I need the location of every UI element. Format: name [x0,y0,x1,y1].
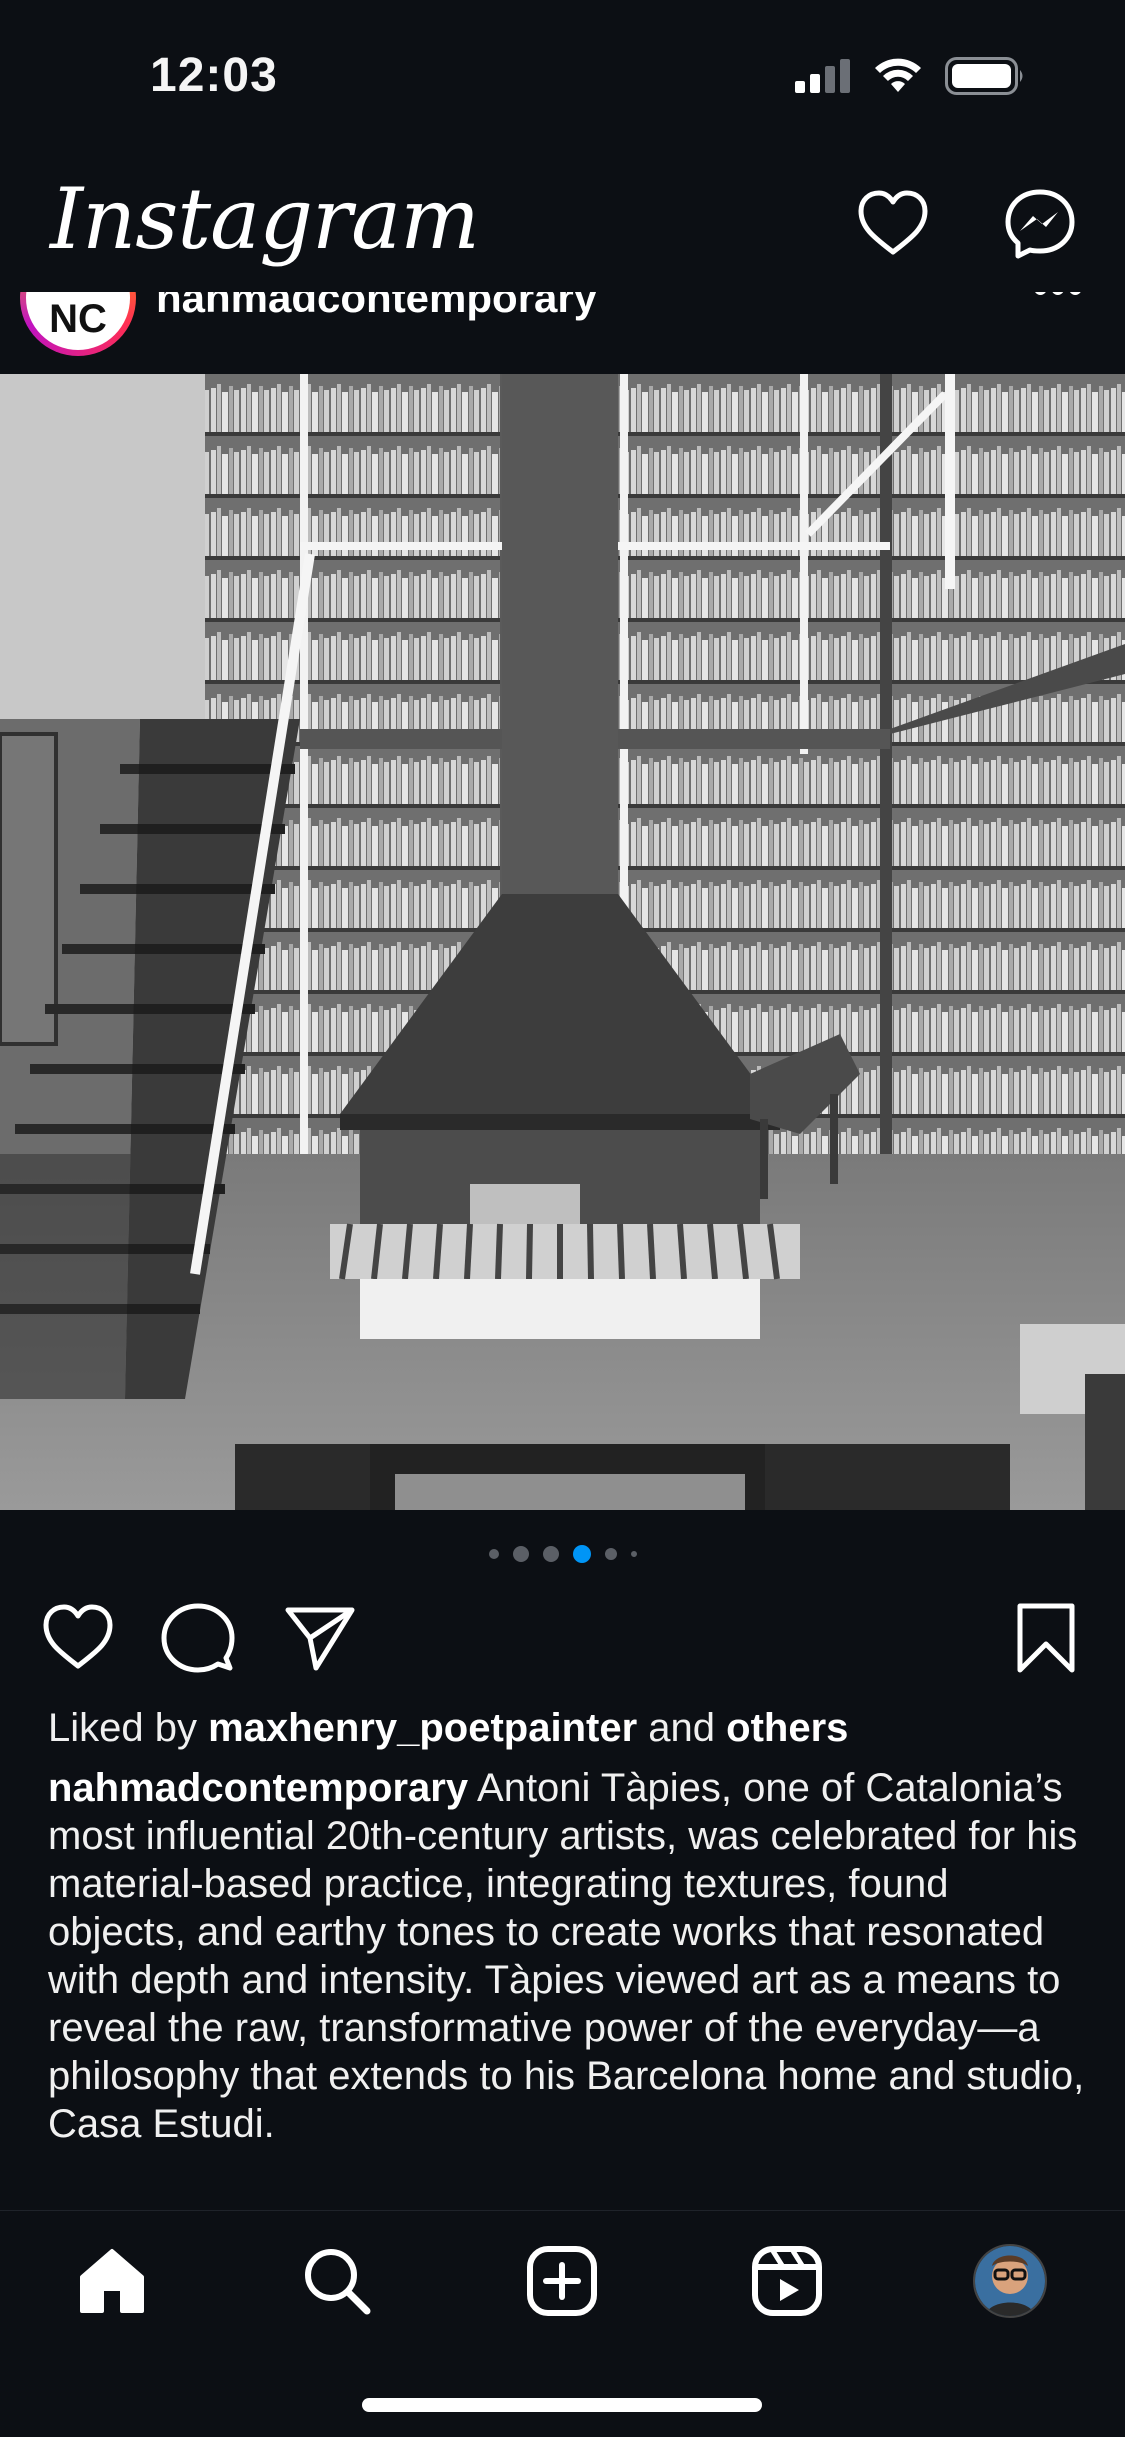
tab-search[interactable] [297,2241,377,2321]
likes-others[interactable]: others [726,1706,848,1750]
search-icon [305,2249,371,2315]
share-send-icon[interactable] [282,1600,358,1676]
carousel-dot-active [572,1545,591,1563]
profile-photo [975,2246,1045,2316]
carousel-dot [512,1546,529,1562]
heart-icon[interactable] [855,186,931,262]
home-icon [80,2249,144,2313]
post-avatar-initials: NC [26,292,130,350]
likes-user[interactable]: maxhenry_poetpainter [208,1706,637,1750]
caption-username[interactable]: nahmadcontemporary [48,1766,468,1810]
post-action-bar [0,1600,1125,1680]
tab-home[interactable] [72,2241,152,2321]
carousel-dot [630,1551,637,1557]
tab-create[interactable] [522,2241,602,2321]
status-time: 12:03 [150,49,278,102]
messenger-icon[interactable] [1002,186,1078,262]
status-bar: 12:03 [0,0,1125,150]
status-icons [795,56,1025,96]
carousel-dot [604,1548,617,1560]
reels-icon [752,2246,822,2316]
post-caption: nahmadcontemporary Antoni Tàpies, one of… [48,1764,1088,2148]
wifi-icon [875,58,921,92]
post-header: NC nahmadcontemporary ••• [0,292,1125,374]
caption-text: Antoni Tàpies, one of Catalonia’s most i… [48,1766,1085,2146]
carousel-dot [488,1549,499,1559]
library-fireplace-photo [0,374,1125,1510]
tab-reels[interactable] [747,2241,827,2321]
likes-summary[interactable]: Liked by maxhenry_poetpainter and others [48,1706,848,1751]
like-heart-icon[interactable] [40,1600,116,1676]
carousel-indicator [0,1544,1125,1564]
home-indicator [362,2398,762,2412]
tab-profile[interactable] [970,2241,1050,2321]
likes-prefix: Liked by [48,1706,197,1750]
more-options-button[interactable]: ••• [1033,292,1085,314]
post-avatar[interactable]: NC [20,292,136,356]
likes-joiner: and [648,1706,716,1750]
cellular-signal-icon [795,59,850,93]
create-post-icon [527,2246,597,2316]
comment-icon[interactable] [160,1600,236,1676]
instagram-logo[interactable]: Instagram [50,170,480,268]
profile-avatar [973,2244,1047,2318]
post-username[interactable]: nahmadcontemporary [156,292,597,322]
bookmark-icon[interactable] [1008,1600,1084,1676]
app-header: Instagram [0,150,1125,292]
post-photo[interactable] [0,374,1125,1510]
battery-icon [945,57,1023,95]
carousel-dot [542,1546,559,1562]
